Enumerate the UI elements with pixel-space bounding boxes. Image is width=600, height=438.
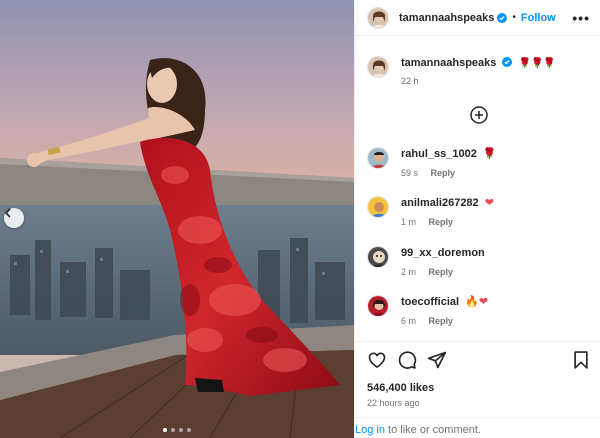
comment-text: 🔥❤ — [465, 296, 489, 308]
post-side-panel: tamannaahspeaks • Follow ••• tamannaahsp… — [354, 0, 600, 438]
comment-time: 1 m — [401, 217, 417, 227]
likes-count[interactable]: 546,400 likes — [367, 382, 434, 394]
post-header: tamannaahspeaks • Follow ••• — [355, 0, 600, 36]
post-photo — [0, 0, 354, 438]
plus-circle-icon — [470, 106, 488, 124]
avatar-image — [368, 57, 388, 77]
comment-username[interactable]: toecofficial — [401, 296, 459, 308]
comment-avatar[interactable] — [367, 196, 389, 218]
comment-item: toecofficial 🔥❤ 6 m Reply — [367, 295, 589, 326]
share-icon — [427, 351, 447, 369]
comment-text: ❤ — [484, 197, 494, 209]
avatar-image — [368, 296, 388, 316]
comment-username[interactable]: 99_xx_doremon — [401, 247, 485, 259]
load-more-comments-button[interactable] — [469, 105, 489, 125]
comment-username[interactable]: anilmali267282 — [401, 197, 479, 209]
carousel-dot — [179, 428, 183, 432]
reply-button[interactable]: Reply — [429, 316, 454, 326]
login-prompt-text: to like or comment. — [384, 424, 481, 436]
caption-time: 22 h — [401, 76, 419, 86]
reply-button[interactable]: Reply — [431, 168, 456, 178]
caption-avatar[interactable] — [367, 56, 389, 78]
comment-time: 6 m — [401, 316, 417, 326]
more-options-icon[interactable]: ••• — [572, 11, 590, 25]
avatar-image — [368, 247, 388, 267]
share-button[interactable] — [427, 350, 447, 370]
carousel-indicator — [0, 428, 354, 432]
avatar-image — [368, 148, 388, 168]
header-separator: • — [512, 12, 516, 23]
comment-time: 59 s — [401, 168, 419, 178]
comment-button[interactable] — [397, 350, 417, 370]
author-username[interactable]: tamannaahspeaks — [399, 12, 494, 24]
comment-avatar[interactable] — [367, 295, 389, 317]
author-avatar[interactable] — [367, 6, 389, 29]
heart-icon — [368, 352, 386, 368]
caption-text: 🌹🌹🌹 — [518, 58, 556, 69]
post-caption: tamannaahspeaks 🌹🌹🌹 22 h — [367, 56, 589, 86]
post-image[interactable] — [0, 0, 354, 438]
divider — [355, 341, 600, 342]
comment-item: anilmali267282 ❤ 1 m Reply — [367, 196, 589, 227]
avatar-image — [368, 7, 388, 28]
like-button[interactable] — [367, 350, 387, 370]
comment-item: 99_xx_doremon 2 m Reply — [367, 246, 589, 277]
login-prompt: Log in to like or comment. — [355, 424, 481, 436]
reply-button[interactable]: Reply — [429, 267, 454, 277]
carousel-dot — [187, 428, 191, 432]
carousel-prev-button[interactable] — [4, 208, 24, 228]
comment-text: 🌹 — [482, 148, 497, 160]
divider — [355, 417, 600, 418]
login-link[interactable]: Log in — [355, 424, 385, 436]
follow-button[interactable]: Follow — [521, 12, 556, 24]
comment-item: rahul_ss_1002 🌹 59 s Reply — [367, 147, 589, 178]
comment-avatar[interactable] — [367, 147, 389, 169]
carousel-dot — [171, 428, 175, 432]
caption-username[interactable]: tamannaahspeaks — [401, 57, 496, 69]
reply-button[interactable]: Reply — [429, 217, 454, 227]
post-actions — [367, 350, 591, 372]
comment-avatar[interactable] — [367, 246, 389, 268]
chevron-left-icon — [4, 208, 11, 218]
save-button[interactable] — [571, 350, 591, 370]
avatar-image — [368, 197, 388, 217]
comment-username[interactable]: rahul_ss_1002 — [401, 148, 477, 160]
post-timestamp: 22 hours ago — [367, 398, 420, 408]
carousel-dot — [163, 428, 167, 432]
bookmark-icon — [574, 351, 588, 369]
comment-time: 2 m — [401, 267, 417, 277]
comment-icon — [398, 351, 417, 369]
verified-badge-icon — [497, 12, 508, 23]
verified-badge-icon — [502, 57, 513, 67]
